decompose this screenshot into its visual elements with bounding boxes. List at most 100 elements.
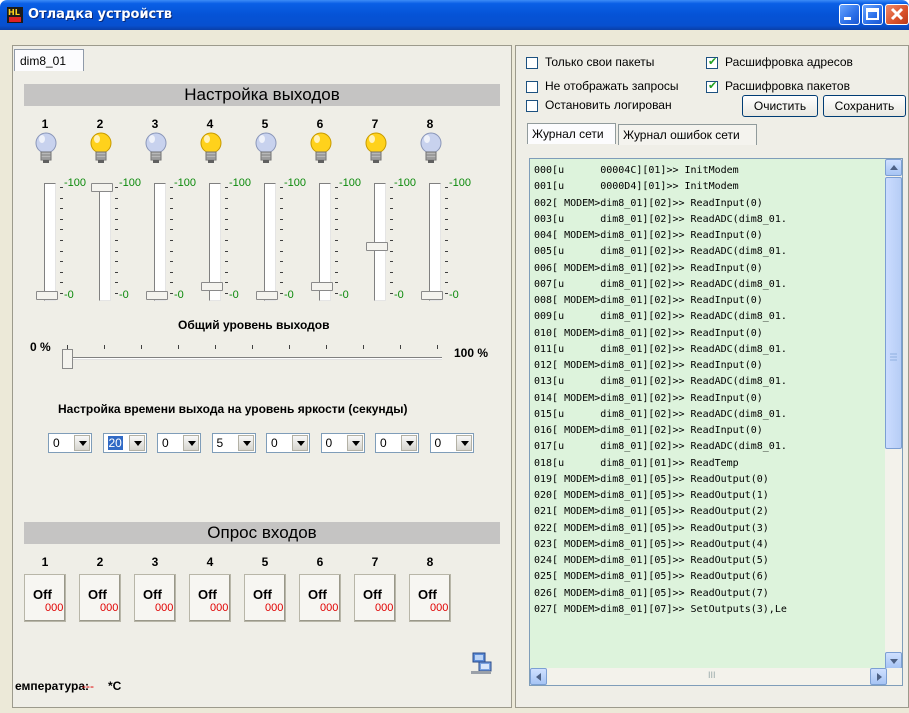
- decode-packets-label: Расшифровка пакетов: [725, 79, 850, 93]
- slider-thumb[interactable]: [421, 291, 443, 300]
- network-computer-icon[interactable]: [470, 651, 494, 675]
- input-state-button[interactable]: Off 000: [244, 574, 286, 622]
- input-code: 000: [210, 602, 229, 614]
- chevron-down-icon[interactable]: [346, 435, 363, 451]
- scroll-right-button[interactable]: [870, 668, 887, 685]
- stop-logging-checkbox[interactable]: [526, 100, 538, 112]
- maximize-icon: [866, 8, 879, 20]
- slider-tick: [335, 250, 338, 252]
- slider-thumb[interactable]: [36, 291, 58, 300]
- time-select[interactable]: 0: [266, 433, 310, 453]
- time-select[interactable]: 0: [48, 433, 92, 453]
- slider-thumb[interactable]: [366, 242, 388, 252]
- input-state: Off: [198, 587, 217, 602]
- slider-thumb[interactable]: [201, 282, 223, 292]
- slider-tick: [225, 282, 228, 284]
- output-number: 7: [371, 117, 379, 131]
- chevron-down-icon[interactable]: [292, 435, 308, 451]
- minimize-button[interactable]: [839, 4, 860, 25]
- slider-tick: [335, 229, 338, 231]
- slider-thumb[interactable]: [91, 183, 113, 192]
- chevron-down-icon[interactable]: [237, 435, 254, 451]
- slider-tick: [445, 293, 448, 294]
- chevron-down-icon[interactable]: [74, 435, 90, 451]
- chevron-down-icon[interactable]: [183, 435, 199, 451]
- slider-tick: [60, 197, 63, 199]
- chevron-down-icon[interactable]: [128, 435, 145, 451]
- decode-addresses-checkbox[interactable]: [706, 55, 718, 69]
- slider-track: [99, 183, 111, 301]
- slider-tick: [280, 229, 283, 231]
- time-select[interactable]: 5: [211, 433, 256, 453]
- output-slider[interactable]: -100 -0: [309, 177, 367, 301]
- input-number: 8: [426, 555, 434, 569]
- input-state-button[interactable]: Off 000: [79, 574, 121, 622]
- output-slider[interactable]: -100 -0: [419, 177, 477, 301]
- decode-packets-checkbox[interactable]: [706, 79, 718, 93]
- slider-min-label: -0: [394, 289, 404, 301]
- output-slider[interactable]: -100 -0: [89, 177, 147, 301]
- slider-tick: [390, 208, 393, 210]
- time-select-value: 5: [216, 436, 224, 450]
- title-bar[interactable]: HL Отладка устройств: [0, 0, 909, 30]
- slider-tick: [445, 229, 448, 231]
- slider-thumb[interactable]: [256, 291, 278, 300]
- log-line: 001[u 0000D4][01]>> InitModem: [534, 181, 739, 193]
- slider-thumb[interactable]: [311, 282, 333, 292]
- hide-requests-checkbox[interactable]: [526, 81, 538, 93]
- input-state-button[interactable]: Off 000: [189, 574, 231, 622]
- slider-tick: [170, 293, 173, 294]
- input-state-button[interactable]: Off 000: [299, 574, 341, 622]
- input-state-button[interactable]: Off 000: [24, 574, 66, 622]
- tab-network-log[interactable]: Журнал сети: [527, 123, 616, 144]
- time-select[interactable]: 20: [102, 433, 147, 453]
- vertical-scrollbar[interactable]: [885, 159, 902, 669]
- tab-device[interactable]: dim8_01: [14, 49, 84, 71]
- time-select[interactable]: 0: [320, 433, 365, 453]
- slider-tick: [280, 218, 283, 220]
- output-slider[interactable]: -100 -0: [364, 177, 422, 301]
- close-button[interactable]: [885, 4, 909, 25]
- slider-tick: [225, 187, 228, 188]
- own-packets-label: Только свои пакеты: [545, 55, 655, 69]
- time-select-value: 0: [434, 436, 442, 450]
- output-slider[interactable]: -100 -0: [254, 177, 312, 301]
- log-line: 017[u dim8_01][02]>> ReadADC(dim8_01.: [534, 441, 787, 453]
- save-button[interactable]: Сохранить: [823, 95, 906, 117]
- slider-min-label: -0: [64, 289, 74, 301]
- general-level-slider[interactable]: [62, 345, 442, 369]
- slider-track: [429, 183, 441, 301]
- time-select[interactable]: 0: [157, 433, 201, 453]
- grip-icon: [890, 353, 897, 361]
- general-slider-thumb[interactable]: [62, 349, 73, 369]
- horizontal-scrollbar[interactable]: III: [530, 668, 902, 685]
- maximize-button[interactable]: [862, 4, 883, 25]
- output-slider[interactable]: -100 -0: [144, 177, 202, 301]
- input-code: 000: [45, 602, 64, 614]
- time-select[interactable]: 0: [375, 433, 419, 453]
- input-state-button[interactable]: Off 000: [409, 574, 451, 622]
- input-state-button[interactable]: Off 000: [354, 574, 396, 622]
- input-state-button[interactable]: Off 000: [134, 574, 176, 622]
- slider-tick: [390, 250, 393, 252]
- scroll-down-button[interactable]: [885, 652, 902, 669]
- output-slider[interactable]: -100 -0: [34, 177, 92, 301]
- tab-network-errors[interactable]: Журнал ошибок сети: [618, 124, 757, 145]
- hslider-tick: [252, 345, 253, 349]
- scroll-left-button[interactable]: [530, 668, 547, 685]
- scroll-up-button[interactable]: [885, 159, 902, 176]
- log-line: 006[ MODEM>dim8_01][02]>> ReadInput(0): [534, 262, 763, 274]
- vertical-scroll-thumb[interactable]: [885, 177, 902, 449]
- network-log[interactable]: 000[u 00004C][01]>> InitModem 001[u 0000D…: [529, 158, 903, 686]
- slider-thumb[interactable]: [146, 291, 168, 300]
- hslider-tick: [326, 345, 327, 349]
- input-state: Off: [363, 587, 382, 602]
- input-number: 5: [261, 555, 269, 569]
- clear-button[interactable]: Очистить: [742, 95, 818, 117]
- chevron-down-icon[interactable]: [455, 435, 472, 451]
- own-packets-checkbox[interactable]: [526, 57, 538, 69]
- chevron-down-icon[interactable]: [401, 435, 417, 451]
- slider-tick: [225, 240, 228, 241]
- time-select[interactable]: 0: [429, 433, 474, 453]
- output-slider[interactable]: -100 -0: [199, 177, 257, 301]
